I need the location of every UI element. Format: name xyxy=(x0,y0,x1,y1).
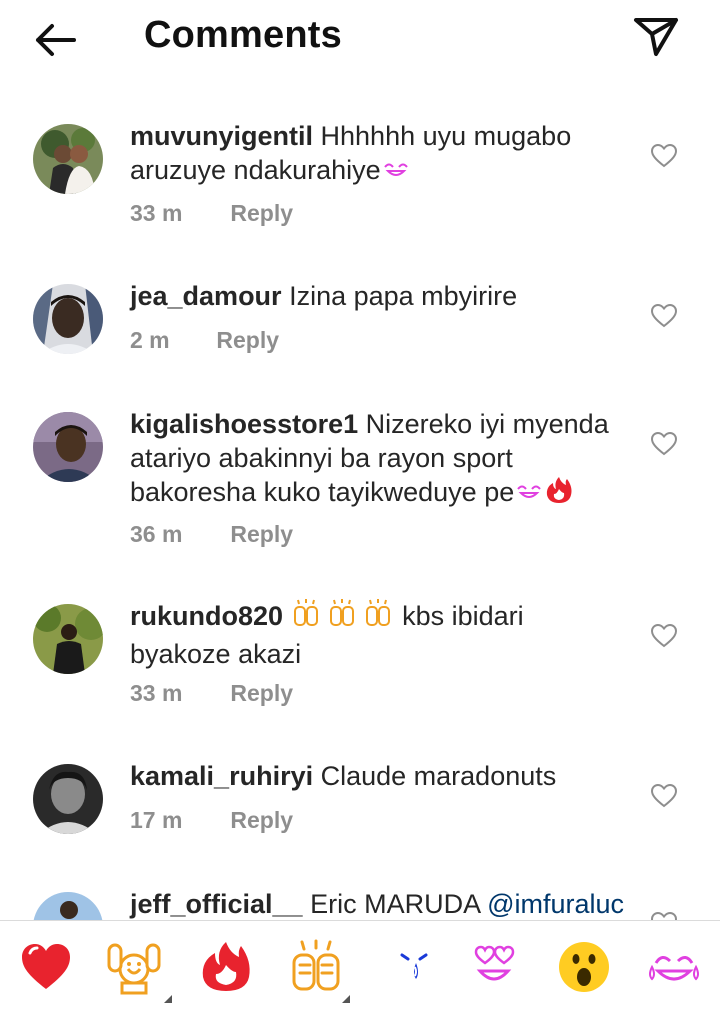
like-heart-icon[interactable] xyxy=(650,143,678,168)
comment-meta: 17 m Reply xyxy=(130,807,293,834)
crying-face-icon[interactable] xyxy=(386,939,442,995)
fire-emoji-icon xyxy=(544,475,574,513)
comment-body: Eric MARUDA xyxy=(310,889,480,919)
like-heart-icon[interactable] xyxy=(650,623,678,648)
clapping-hands-icon[interactable] xyxy=(288,939,344,995)
astonished-face-icon[interactable] xyxy=(556,939,612,995)
comment-text: muvunyigentil Hhhhhh uyu mugabo aruzuye … xyxy=(130,119,620,189)
top-bar: Comments xyxy=(0,0,720,80)
comment-username[interactable]: kigalishoesstore1 xyxy=(130,409,358,439)
emoji-reaction-bar xyxy=(0,921,720,1011)
avatar[interactable] xyxy=(33,284,103,354)
comment-text: jeff_official__ Eric MARUDA @imfuraluc xyxy=(130,887,650,920)
comment-body: Claude maradonuts xyxy=(320,761,557,791)
avatar[interactable] xyxy=(33,124,103,194)
comment-body: Izina papa mbyirire xyxy=(289,281,518,311)
reply-button[interactable]: Reply xyxy=(230,200,293,227)
like-heart-icon[interactable] xyxy=(650,303,678,328)
reply-button[interactable]: Reply xyxy=(216,327,279,354)
back-arrow-icon[interactable] xyxy=(30,18,80,62)
comment-time: 36 m xyxy=(130,521,183,547)
red-heart-icon[interactable] xyxy=(18,939,74,995)
comment-text: kamali_ruhiryi Claude maradonuts xyxy=(130,759,620,793)
avatar[interactable] xyxy=(33,764,103,834)
comment-text: jea_damour Izina papa mbyirire xyxy=(130,279,620,313)
like-heart-icon[interactable] xyxy=(650,783,678,808)
comment-username[interactable]: jeff_official__ xyxy=(130,889,303,919)
heart-eyes-icon[interactable] xyxy=(466,939,522,995)
comment-meta: 33 m Reply xyxy=(130,200,293,227)
comment-meta: 2 m Reply xyxy=(130,327,279,354)
smiling-face-emoji-icon xyxy=(514,477,544,511)
comment-text: kigalishoesstore1 Nizereko iyi myenda at… xyxy=(130,407,620,513)
comment-time: 17 m xyxy=(130,807,183,833)
comment-username[interactable]: kamali_ruhiryi xyxy=(130,761,313,791)
comment-time: 33 m xyxy=(130,680,183,706)
comment-text: rukundo820 kbs ibidari byakoze akazi xyxy=(130,599,620,671)
avatar[interactable] xyxy=(33,604,103,674)
comment-username[interactable]: jea_damour xyxy=(130,281,282,311)
comment-username[interactable]: rukundo820 xyxy=(130,601,283,631)
comment-meta: 36 m Reply xyxy=(130,521,293,548)
comment-time: 33 m xyxy=(130,200,183,226)
raising-hands-icon[interactable] xyxy=(106,939,162,995)
reply-button[interactable]: Reply xyxy=(230,521,293,548)
comment-username[interactable]: muvunyigentil xyxy=(130,121,313,151)
comments-list[interactable]: muvunyigentil Hhhhhh uyu mugabo aruzuye … xyxy=(0,96,720,920)
reply-button[interactable]: Reply xyxy=(230,680,293,707)
face-with-tears-of-joy-icon[interactable] xyxy=(646,939,702,995)
smiling-face-emoji-icon xyxy=(381,155,411,189)
avatar[interactable] xyxy=(33,412,103,482)
like-heart-icon[interactable] xyxy=(650,911,678,920)
send-icon[interactable] xyxy=(630,14,682,60)
clapping-hands-emoji-icon xyxy=(291,599,395,637)
comment-mention[interactable]: @imfuraluc xyxy=(487,889,624,919)
variant-indicator-icon xyxy=(342,995,350,1003)
comment-time: 2 m xyxy=(130,327,170,353)
avatar[interactable] xyxy=(33,892,103,920)
like-heart-icon[interactable] xyxy=(650,431,678,456)
comment-meta: 33 m Reply xyxy=(130,680,293,707)
fire-icon[interactable] xyxy=(198,939,254,995)
page-title: Comments xyxy=(144,14,342,56)
reply-button[interactable]: Reply xyxy=(230,807,293,834)
variant-indicator-icon xyxy=(164,995,172,1003)
